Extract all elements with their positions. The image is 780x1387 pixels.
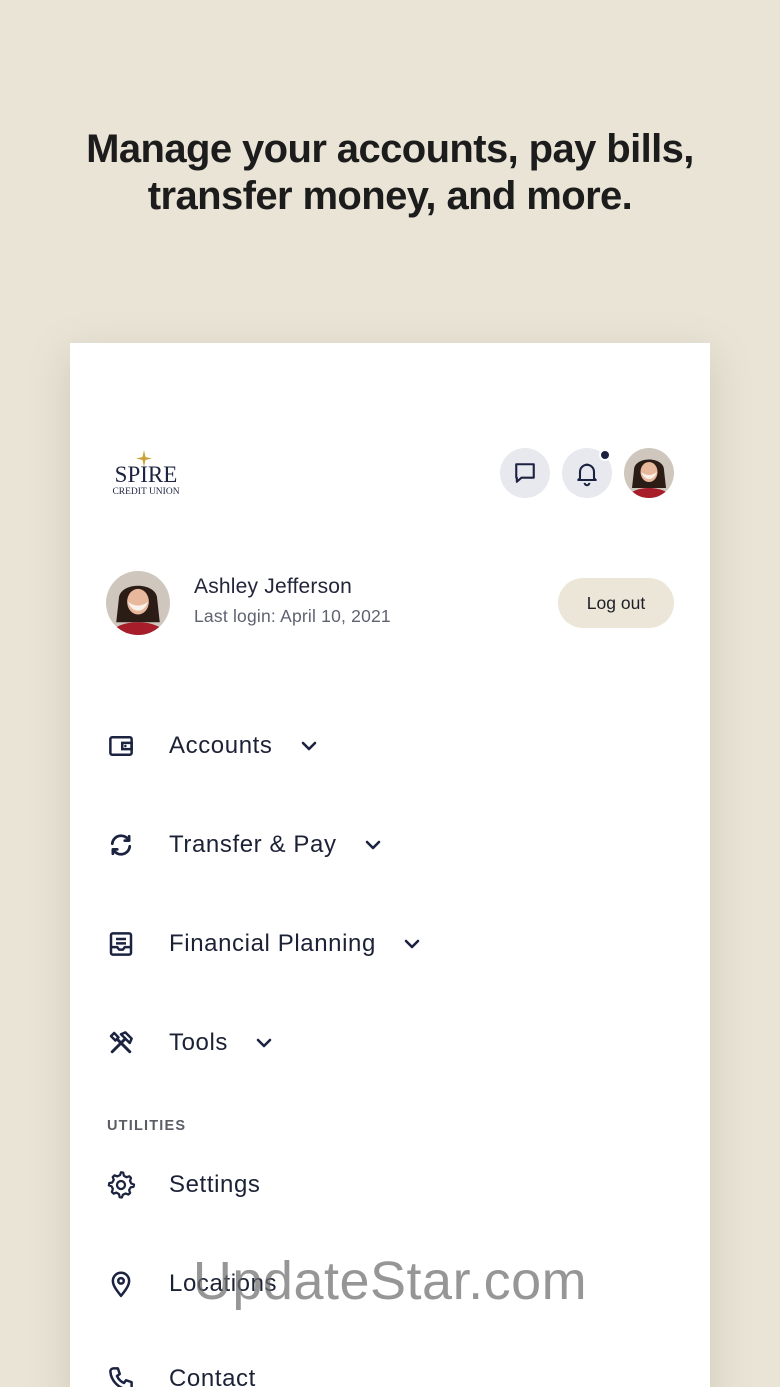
- spire-logo: SPIRE CREDIT UNION: [106, 448, 186, 500]
- nav-item-label: Contact: [169, 1365, 256, 1387]
- nav-item-label: Transfer & Pay: [169, 831, 337, 858]
- nav-item-settings[interactable]: Settings: [106, 1157, 261, 1213]
- nav-item-financial-planning[interactable]: Financial Planning: [106, 916, 424, 972]
- watermark-text: UpdateStar.com: [192, 1251, 588, 1311]
- profile-avatar: [106, 571, 170, 635]
- last-login-text: Last login: April 10, 2021: [194, 606, 391, 626]
- headline-line-2: transfer money, and more.: [147, 174, 633, 218]
- nav-item-accounts[interactable]: Accounts: [106, 718, 321, 774]
- utilities-section-label: UTILITIES: [107, 1118, 187, 1134]
- nav-item-label: Financial Planning: [169, 930, 376, 957]
- nav-item-label: Tools: [169, 1029, 229, 1056]
- chevron-down-icon[interactable]: [297, 734, 321, 758]
- app-screen-card: SPIRE CREDIT UNION Ashley Jefferson Last…: [70, 343, 710, 1387]
- chevron-down-icon[interactable]: [361, 833, 385, 857]
- gear-icon: [107, 1171, 136, 1199]
- profile-summary: Ashley Jefferson Last login: April 10, 2…: [106, 571, 674, 635]
- svg-text:CREDIT UNION: CREDIT UNION: [112, 487, 179, 497]
- svg-text:SPIRE: SPIRE: [115, 462, 178, 487]
- user-name: Ashley Jefferson: [194, 575, 353, 598]
- tools-icon: [109, 1031, 133, 1054]
- headline-line-1: Manage your accounts, pay bills,: [86, 127, 694, 171]
- nav-item-label: Accounts: [169, 732, 273, 759]
- bell-icon: [577, 463, 597, 487]
- chevron-down-icon[interactable]: [400, 932, 424, 956]
- header-avatar[interactable]: [624, 448, 674, 498]
- messages-button[interactable]: [500, 448, 550, 498]
- nav-item-tools[interactable]: Tools: [106, 1015, 276, 1071]
- logout-button[interactable]: Log out: [558, 578, 674, 628]
- nav-item-contact[interactable]: Contact: [106, 1351, 256, 1387]
- planning-icon: [109, 932, 133, 956]
- chevron-down-icon[interactable]: [252, 1031, 276, 1055]
- notifications-button[interactable]: [562, 448, 612, 498]
- nav-item-transfer-pay[interactable]: Transfer & Pay: [106, 817, 385, 873]
- notification-dot: [599, 449, 611, 461]
- nav-item-label: Settings: [169, 1171, 261, 1198]
- transfer-icon: [110, 834, 132, 856]
- chat-icon: [515, 463, 535, 483]
- phone-icon: [109, 1367, 133, 1387]
- wallet-icon: [109, 736, 133, 756]
- marketing-headline: Manage your accounts, pay bills, transfe…: [0, 126, 780, 220]
